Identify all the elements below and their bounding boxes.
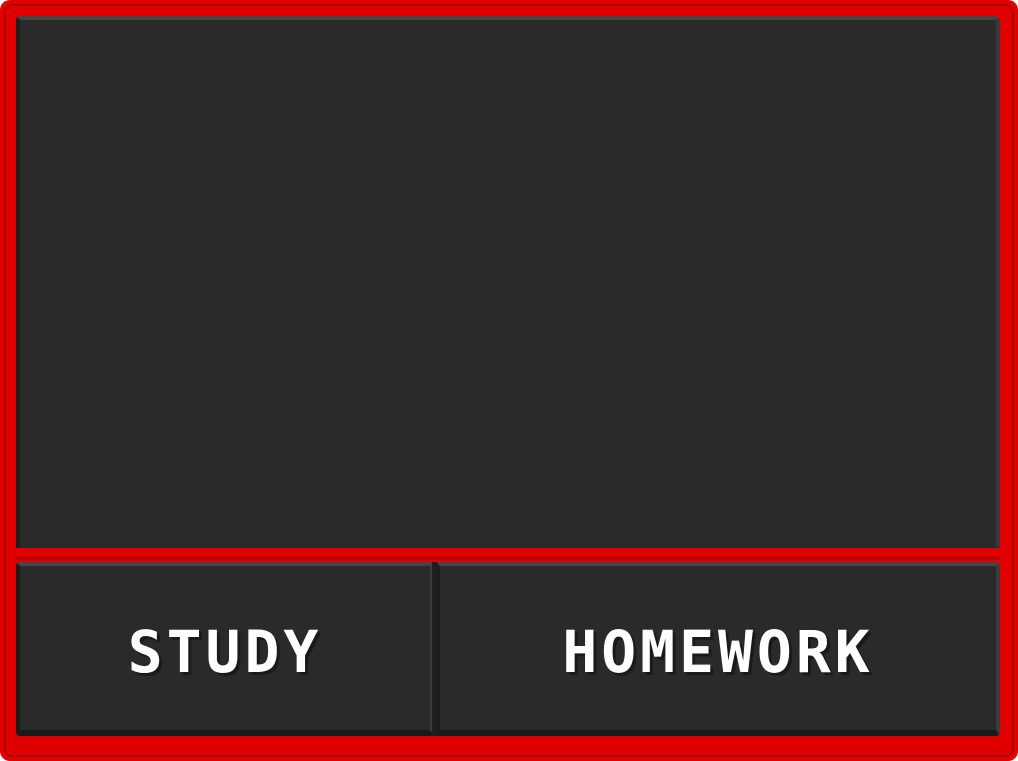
- divider-shadow: [16, 556, 1000, 560]
- study-button-label: STUDY: [127, 618, 323, 686]
- frame-bottom: [10, 736, 1008, 750]
- display-panel: [16, 16, 1000, 548]
- homework-button[interactable]: HOMEWORK: [436, 562, 1000, 736]
- game-frame: STUDY HOMEWORK: [0, 0, 1018, 761]
- panel-divider: [10, 548, 1008, 556]
- homework-button-label: HOMEWORK: [562, 618, 874, 686]
- study-button[interactable]: STUDY: [16, 562, 434, 736]
